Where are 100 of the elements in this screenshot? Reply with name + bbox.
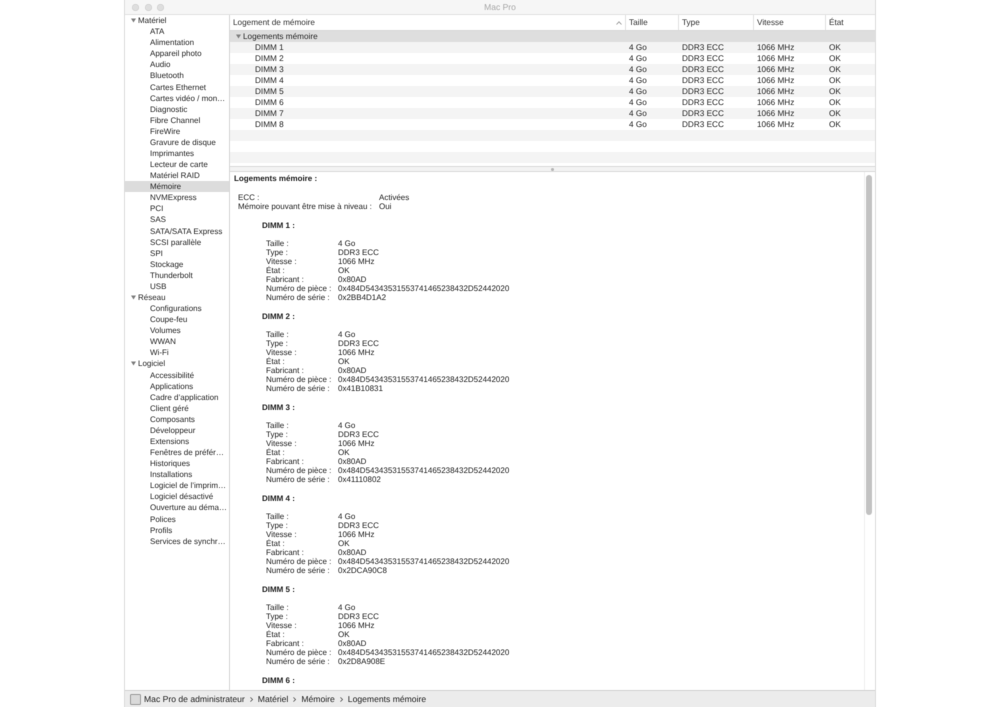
field-label: ECC : (238, 193, 260, 202)
table-cell: OK (829, 87, 841, 96)
disclosure-triangle-icon[interactable] (131, 361, 136, 366)
group-row[interactable]: Logements mémoire (230, 31, 875, 42)
sidebar-item[interactable]: SATA/SATA Express (125, 225, 229, 237)
column-header[interactable]: Type (678, 15, 753, 30)
sidebar-item[interactable]: Fibre Channel (125, 114, 229, 126)
column-header[interactable]: Taille (625, 15, 678, 30)
sidebar-item[interactable]: Applications (125, 380, 229, 392)
sidebar-item[interactable]: NVMExpress (125, 192, 229, 204)
sidebar-item[interactable]: Coupe-feu (125, 314, 229, 326)
field-value: 1066 MHz (338, 257, 374, 266)
sidebar-item[interactable]: Accessibilité (125, 370, 229, 381)
column-header[interactable]: Vitesse (753, 15, 825, 30)
sidebar-item[interactable]: Diagnostic (125, 104, 229, 115)
sidebar-item[interactable]: Client géré (125, 402, 229, 414)
sidebar-item[interactable]: Audio (125, 59, 229, 70)
table-cell: 4 Go (629, 65, 647, 74)
sidebar-item[interactable]: Développeur (125, 424, 229, 436)
sidebar-item[interactable]: Imprimantes (125, 148, 229, 160)
field-label: Type : (266, 521, 288, 530)
sidebar-item[interactable]: SCSI parallèle (125, 236, 229, 248)
table-cell: OK (829, 65, 841, 74)
table-row[interactable]: DIMM 1 4 Go DDR3 ECC 1066 MHz OK (230, 42, 875, 53)
table-cell: OK (829, 120, 841, 129)
sidebar-item[interactable]: SAS (125, 214, 229, 226)
sidebar-item[interactable]: Polices (125, 514, 229, 525)
table-cell: OK (829, 76, 841, 85)
sidebar-item[interactable]: Réseau (125, 292, 229, 304)
disclosure-triangle-icon[interactable] (131, 294, 136, 300)
section-title: Logements mémoire : (234, 174, 318, 183)
field-value: 0x80AD (338, 275, 366, 284)
sidebar-item[interactable]: Thunderbolt (125, 270, 229, 281)
sidebar-item[interactable]: Cartes Ethernet (125, 81, 229, 93)
table-cell: 4 Go (629, 120, 647, 129)
sidebar-item[interactable]: Profils (125, 524, 229, 536)
field-label: Numéro de série : (266, 566, 330, 575)
table-row[interactable]: DIMM 4 4 Go DDR3 ECC 1066 MHz OK (230, 75, 875, 86)
sidebar-item[interactable]: WWAN (125, 336, 229, 348)
sidebar-item[interactable]: Historiques (125, 458, 229, 470)
column-header[interactable]: État (825, 15, 875, 30)
field-label: Taille : (266, 239, 289, 248)
table-row[interactable]: DIMM 3 4 Go DDR3 ECC 1066 MHz OK (230, 64, 875, 75)
sidebar-item[interactable]: Appareil photo (125, 48, 229, 60)
sidebar-item[interactable]: Logiciel de l’imprim… (125, 480, 229, 492)
table-row[interactable]: DIMM 5 4 Go DDR3 ECC 1066 MHz OK (230, 86, 875, 97)
field-value: 0x80AD (338, 639, 366, 648)
sidebar-item[interactable]: Gravure de disque (125, 136, 229, 148)
field-value: OK (338, 630, 350, 639)
field-value: 0x2D8A908E (338, 657, 386, 666)
sidebar-item[interactable]: Installations (125, 469, 229, 480)
sidebar-item[interactable]: FireWire (125, 126, 229, 137)
table-cell: OK (829, 109, 841, 118)
sidebar-item[interactable]: Logiciel (125, 358, 229, 370)
sidebar-item[interactable]: Ouverture au déma… (125, 502, 229, 514)
column-header[interactable]: Logement de mémoire (230, 15, 625, 30)
sidebar-item[interactable]: ATA (125, 26, 229, 38)
sidebar-item[interactable]: Matériel RAID (125, 170, 229, 182)
field-label: Fabricant : (266, 366, 304, 375)
field-value: OK (338, 448, 350, 457)
field-label: Taille : (266, 512, 289, 521)
sidebar-item[interactable]: Fenêtres de préfér… (125, 447, 229, 458)
sidebar-item[interactable]: Cadre d’application (125, 392, 229, 403)
sidebar-item[interactable]: Matériel (125, 15, 229, 26)
sidebar-item[interactable]: Cartes vidéo / mon… (125, 92, 229, 104)
table-row[interactable]: DIMM 2 4 Go DDR3 ECC 1066 MHz OK (230, 53, 875, 64)
sidebar-item[interactable]: Logiciel désactivé (125, 491, 229, 502)
sidebar-item[interactable]: Volumes (125, 325, 229, 336)
table-row[interactable]: DIMM 6 4 Go DDR3 ECC 1066 MHz OK (230, 97, 875, 108)
module-heading: DIMM 4 : (262, 494, 295, 503)
field-value: 1066 MHz (338, 439, 374, 448)
sidebar-item[interactable]: SPI (125, 248, 229, 259)
table-row[interactable]: DIMM 7 4 Go DDR3 ECC 1066 MHz OK (230, 108, 875, 119)
sidebar-item[interactable]: Alimentation (125, 37, 229, 48)
table-cell: OK (829, 43, 841, 52)
sidebar-item[interactable]: USB (125, 280, 229, 292)
table-cell: DIMM 2 (255, 54, 284, 63)
field-label: État : (266, 630, 285, 639)
sidebar-item[interactable]: Services de synchr… (125, 536, 229, 547)
module-heading: DIMM 2 : (262, 312, 295, 321)
field-value: 0x484D54343531553741465238432D52442020 (338, 648, 510, 657)
table-row[interactable]: DIMM 8 4 Go DDR3 ECC 1066 MHz OK (230, 119, 875, 130)
field-value: 4 Go (338, 512, 356, 521)
disclosure-triangle-icon[interactable] (236, 34, 241, 39)
field-value: 0x484D54343531553741465238432D52442020 (338, 284, 510, 293)
sidebar-item[interactable]: Configurations (125, 303, 229, 314)
field-value: OK (338, 266, 350, 275)
sidebar-item[interactable]: PCI (125, 203, 229, 214)
grip-dot-icon[interactable] (551, 168, 554, 170)
sidebar-item[interactable]: Stockage (125, 258, 229, 270)
disclosure-triangle-icon[interactable] (131, 18, 136, 24)
chevron-right-icon (340, 696, 343, 702)
sidebar-item[interactable]: Composants (125, 414, 229, 425)
sidebar-item[interactable]: Lecteur de carte (125, 159, 229, 170)
scrollbar-thumb[interactable] (866, 175, 872, 515)
module-heading: DIMM 3 : (262, 403, 295, 412)
sidebar-item[interactable]: Extensions (125, 436, 229, 448)
sidebar-item[interactable]: Mémoire (125, 181, 229, 192)
sidebar-item[interactable]: Wi-Fi (125, 347, 229, 358)
sidebar-item[interactable]: Bluetooth (125, 70, 229, 82)
